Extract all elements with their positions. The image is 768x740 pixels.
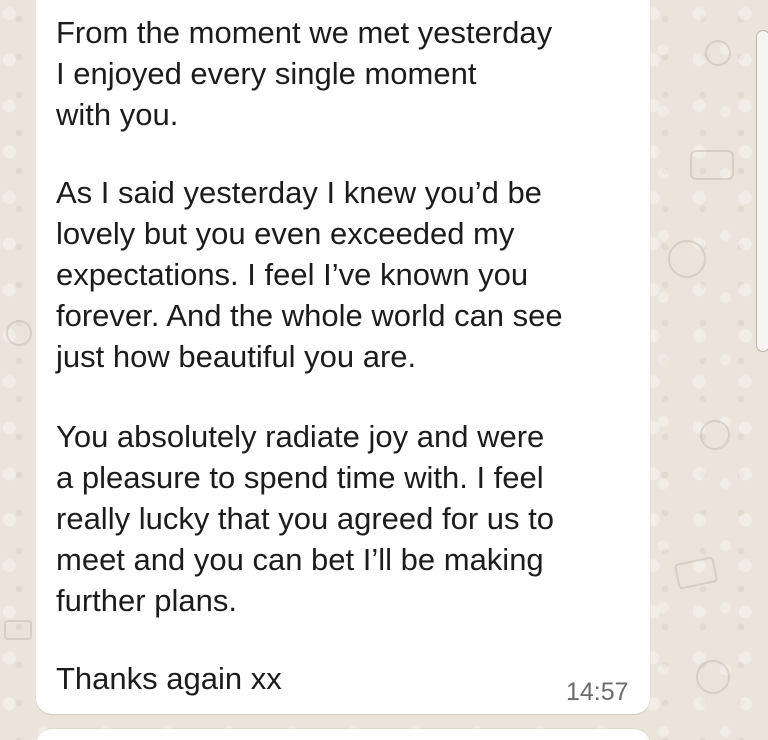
next-message-bubble[interactable] [36,729,650,740]
wallpaper-doodle [690,150,734,180]
wallpaper-doodle [696,660,730,694]
wallpaper-doodle [705,40,731,66]
message-paragraph: As I said yesterday I knew you’d be love… [56,175,563,374]
message-paragraph: Thanks again xx [56,661,282,696]
message-timestamp: 14:57 [566,678,629,706]
message-paragraph: You absolutely radiate joy and were a pl… [56,419,554,618]
wallpaper-doodle [668,240,706,278]
wallpaper-doodle [4,620,32,640]
message-paragraph: From the moment we met yesterday I enjoy… [56,15,553,132]
wallpaper-doodle [700,420,730,450]
scrollbar-thumb[interactable] [756,30,768,352]
wallpaper-doodle [6,320,32,346]
